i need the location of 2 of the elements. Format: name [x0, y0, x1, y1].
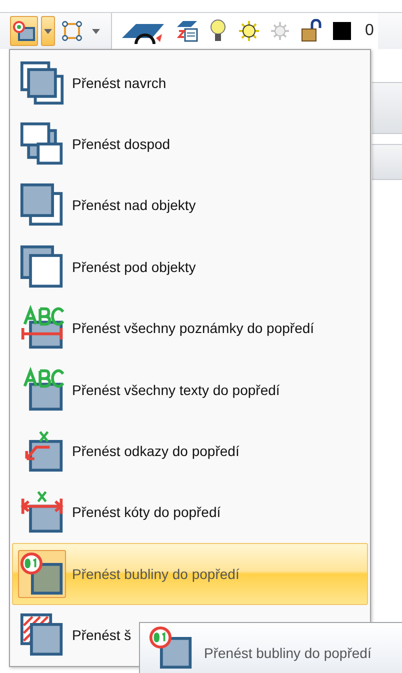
value-text: 0: [365, 22, 374, 40]
tooltip-text: Přenést bubliny do popředí: [204, 645, 372, 661]
